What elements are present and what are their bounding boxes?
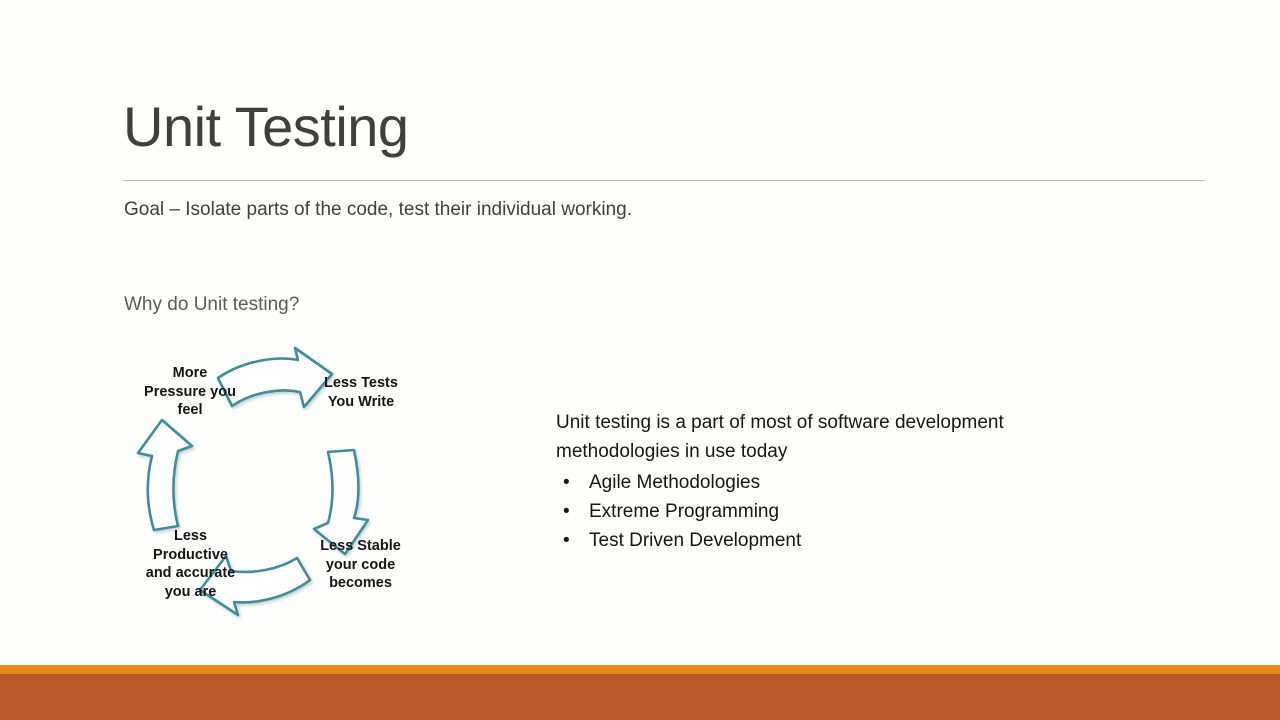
methodologies-intro: Unit testing is a part of most of softwa… (556, 412, 1004, 462)
page-title: Unit Testing (123, 95, 409, 158)
right-text-block: Unit testing is a part of most of softwa… (556, 409, 1116, 555)
accent-band-dark (0, 674, 1280, 720)
bullet-glyph: • (563, 529, 570, 551)
methodologies-list: • Agile Methodologies • Extreme Programm… (556, 469, 1116, 556)
cycle-label-less-tests: Less Tests You Write (324, 375, 398, 410)
cycle-label-more-pressure: More Pressure you feel (144, 365, 236, 419)
list-item-label: Agile Methodologies (589, 471, 761, 493)
arrow-left-up-icon (136, 418, 194, 532)
cycle-label-less-stable: Less Stable your code becomes (320, 538, 401, 592)
cycle-label-less-productive: Less Productive and accurate you are (145, 528, 236, 600)
title-divider (123, 180, 1205, 181)
goal-statement: Goal – Isolate parts of the code, test t… (124, 199, 632, 220)
bullet-glyph: • (563, 500, 570, 522)
list-item-label: Test Driven Development (589, 529, 802, 551)
vicious-cycle-diagram: More Pressure you feel Less Tests You Wr… (92, 332, 437, 632)
list-item: • Agile Methodologies (556, 469, 1116, 498)
accent-band-bright (0, 665, 1280, 674)
list-item-label: Extreme Programming (589, 500, 780, 522)
slide-canvas: Unit Testing Goal – Isolate parts of the… (0, 0, 1280, 720)
list-item: • Test Driven Development (556, 527, 1116, 556)
bullet-glyph: • (563, 471, 570, 493)
list-item: • Extreme Programming (556, 498, 1116, 527)
why-question: Why do Unit testing? (124, 294, 300, 315)
